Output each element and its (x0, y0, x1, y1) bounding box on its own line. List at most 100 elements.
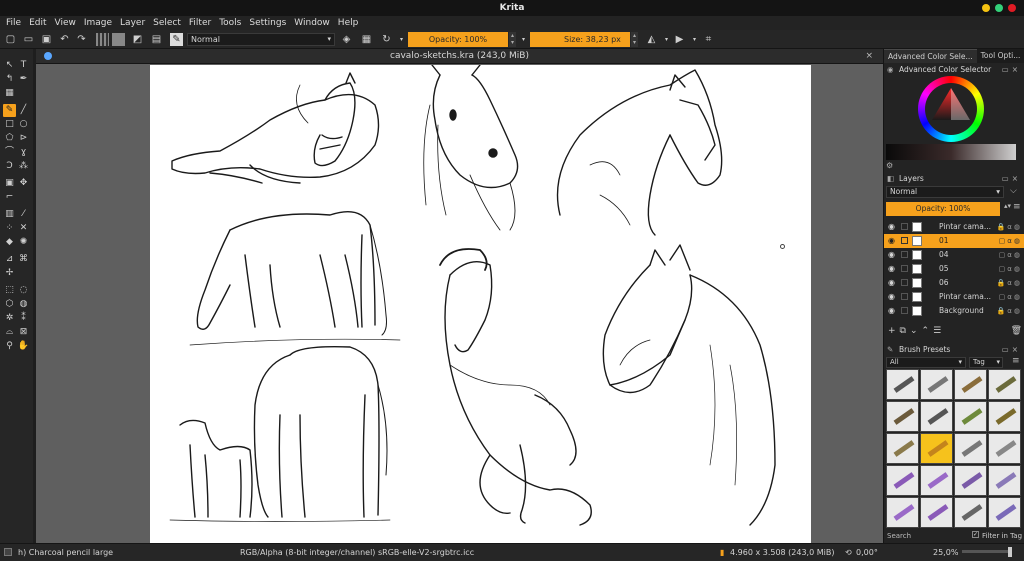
perspective-grid-icon[interactable]: ⌘ (17, 253, 30, 266)
move-tool-icon[interactable]: ✥ (17, 177, 30, 190)
visibility-eye-icon[interactable]: ◉ (888, 248, 895, 262)
brush-preset-tile[interactable] (920, 401, 953, 432)
layer-flags-icons[interactable]: ▢α◍ (999, 262, 1022, 276)
chevron-down-icon[interactable]: ▾ (395, 33, 408, 46)
text-tool-icon[interactable]: T (17, 59, 30, 72)
layer-properties-icon[interactable]: ☰ (933, 326, 945, 336)
brush-preset-tile-selected[interactable] (920, 433, 953, 464)
layer-flags-icons[interactable]: 🔒α◍ (997, 220, 1022, 234)
brush-preset-tile[interactable] (954, 433, 987, 464)
fg-bg-color-icon[interactable]: ◩ (131, 33, 144, 46)
polygon-tool-icon[interactable]: ⬠ (3, 132, 16, 145)
chevron-down-icon[interactable]: ▾ (660, 33, 673, 46)
save-icon[interactable]: ▣ (40, 33, 53, 46)
freehand-brush-icon[interactable]: ✎ (3, 104, 16, 117)
select-shapes-icon[interactable]: ↖ (3, 59, 16, 72)
undo-icon[interactable]: ↶ (58, 33, 71, 46)
brush-preset-tile[interactable] (954, 497, 987, 528)
layer-checkbox[interactable] (901, 251, 908, 258)
dynamic-brush-icon[interactable]: Ↄ (3, 160, 16, 173)
mirror-vertical-icon[interactable]: ▶ (673, 33, 686, 46)
chevron-down-icon[interactable]: ▾ (517, 33, 530, 46)
brush-preset-tile[interactable] (920, 369, 953, 400)
close-tab-icon[interactable]: × (865, 49, 873, 64)
brush-preset-tile[interactable] (886, 433, 919, 464)
visibility-eye-icon[interactable]: ◉ (888, 304, 895, 318)
rectangular-select-icon[interactable]: ⬚ (3, 284, 16, 297)
layer-blend-select[interactable]: Normal ▾ (886, 186, 1004, 198)
zoom-slider-handle[interactable] (1008, 547, 1012, 557)
menu-icon[interactable]: ≡ (1013, 202, 1021, 212)
hue-ring[interactable] (918, 76, 984, 142)
gradient-tool-icon[interactable]: ▦ (3, 87, 16, 100)
menu-image[interactable]: Image (80, 16, 116, 30)
maximize-button[interactable] (995, 4, 1003, 12)
spinner-icon[interactable]: ▴▾ (1004, 202, 1011, 210)
alpha-lock-icon[interactable]: ▦ (360, 33, 373, 46)
brush-preset-tile[interactable] (988, 369, 1021, 400)
brush-preset-tile[interactable] (920, 465, 953, 496)
reference-images-icon[interactable]: ✢ (3, 267, 16, 280)
tab-tool-options[interactable]: Tool Opti... (977, 49, 1024, 63)
brush-preset-tile[interactable] (954, 369, 987, 400)
brush-preset-tile[interactable] (886, 465, 919, 496)
layer-checkbox[interactable] (901, 265, 908, 272)
freehand-path-icon[interactable]: ɣ (17, 146, 30, 159)
zoom-value[interactable]: 25,0% (933, 544, 958, 561)
line-tool-icon[interactable]: ╱ (17, 104, 30, 117)
ellipse-tool-icon[interactable]: ○ (17, 118, 30, 131)
layer-row-selected[interactable]: ◉ 01 ▢α◍ (884, 234, 1024, 248)
brush-tag-button[interactable]: Tag ▾ (969, 357, 1003, 368)
layer-checkbox[interactable] (901, 307, 908, 314)
blend-mode-select[interactable]: Normal ▾ (187, 33, 335, 46)
layer-opacity-slider[interactable]: Opacity: 100% (886, 202, 1000, 216)
layer-row[interactable]: ◉ Pintar cama... ▢α◍ (884, 290, 1024, 304)
eraser-icon[interactable]: ◈ (340, 33, 353, 46)
measure-tool-icon[interactable]: ⊿ (3, 253, 16, 266)
zoom-tool-icon[interactable]: ⚲ (3, 340, 16, 353)
brush-preset-tile[interactable] (988, 497, 1021, 528)
layer-row[interactable]: ◉ Pintar cama... 🔒α◍ (884, 220, 1024, 234)
add-layer-icon[interactable]: + (888, 326, 900, 336)
calligraphy-icon[interactable]: ✒ (17, 73, 30, 86)
freehand-select-icon[interactable]: ◍ (17, 298, 30, 311)
fill-tool-icon[interactable]: ▥ (3, 208, 16, 221)
menu-tools[interactable]: Tools (215, 16, 245, 30)
brush-preset-tile[interactable] (886, 369, 919, 400)
panel-float-close-icons[interactable]: ▭× (1002, 64, 1021, 76)
size-slider[interactable]: Size: 38,23 px (530, 32, 630, 47)
gradient-icon[interactable] (96, 33, 109, 46)
drawing-canvas[interactable] (150, 65, 811, 543)
open-document-icon[interactable]: ▭ (22, 33, 35, 46)
panel-float-close-icons[interactable]: ▭× (1002, 344, 1021, 356)
layer-row[interactable]: ◉ 04 ▢α◍ (884, 248, 1024, 262)
opacity-spinner[interactable]: ▴ ▾ (509, 32, 516, 47)
brush-preset-tile[interactable] (886, 401, 919, 432)
layer-checkbox[interactable] (901, 279, 908, 286)
canvas-area[interactable]: cavalo-sketchs.kra (243,0 MiB) × (36, 49, 883, 543)
menu-layer[interactable]: Layer (116, 16, 149, 30)
visibility-eye-icon[interactable]: ◉ (888, 276, 895, 290)
menu-file[interactable]: File (2, 16, 25, 30)
close-button[interactable] (1008, 4, 1016, 12)
rotation-value[interactable]: 0,00° (856, 544, 878, 561)
move-up-icon[interactable]: ⌃ (922, 326, 934, 336)
layer-row[interactable]: ◉ 06 🔒α◍ (884, 276, 1024, 290)
layer-flags-icons[interactable]: ▢α◍ (999, 248, 1022, 262)
brush-preset-tile[interactable] (954, 401, 987, 432)
menu-filter[interactable]: Filter (185, 16, 215, 30)
layer-flags-icons[interactable]: 🔒α◍ (997, 276, 1022, 290)
bezier-select-icon[interactable]: ⌓ (3, 326, 16, 339)
contiguous-select-icon[interactable]: ✲ (3, 312, 16, 325)
bucket-fill-icon[interactable]: ◆ (3, 236, 16, 249)
menu-view[interactable]: View (51, 16, 80, 30)
brush-preset-tile[interactable] (886, 497, 919, 528)
delete-layer-icon[interactable]: 🗑 (1011, 326, 1022, 336)
menu-select[interactable]: Select (149, 16, 185, 30)
pattern-icon[interactable] (112, 33, 125, 46)
redo-icon[interactable]: ↷ (75, 33, 88, 46)
layer-checkbox[interactable] (901, 237, 908, 244)
menu-help[interactable]: Help (334, 16, 363, 30)
brush-tip-icon[interactable]: ✎ (170, 33, 183, 46)
new-document-icon[interactable]: ▢ (4, 33, 17, 46)
